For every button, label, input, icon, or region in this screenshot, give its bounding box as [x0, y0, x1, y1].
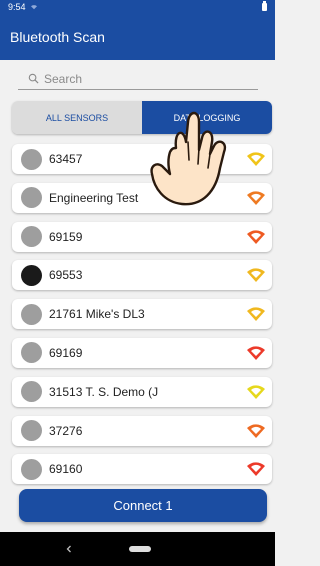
device-name: Engineering Test	[49, 190, 139, 205]
signal-strength-icon	[247, 229, 265, 244]
signal-strength-icon	[247, 346, 265, 360]
device-name: 37276	[49, 423, 83, 438]
signal-strength-icon	[247, 423, 265, 438]
device-name: 69553	[49, 268, 83, 283]
signal-strength-icon	[247, 268, 265, 283]
device-row[interactable]: 31513 T. S. Demo (J	[12, 376, 272, 407]
device-row[interactable]: 69160	[12, 454, 272, 485]
connect-button[interactable]: Connect 1	[19, 489, 267, 522]
device-status-dot	[21, 303, 42, 325]
device-row[interactable]: 21761 Mike's DL3	[12, 299, 272, 330]
device-status-dot	[21, 342, 42, 364]
status-bar: 9:54	[0, 0, 275, 14]
device-name: 69169	[49, 345, 83, 360]
back-icon[interactable]	[64, 544, 74, 554]
device-status-dot	[21, 148, 42, 170]
device-status-dot	[21, 187, 42, 209]
device-status-dot	[21, 458, 42, 480]
home-pill[interactable]	[129, 546, 151, 552]
search-icon	[28, 73, 39, 84]
signal-strength-icon	[247, 385, 265, 399]
status-left: 9:54	[8, 2, 38, 12]
device-status-dot	[21, 381, 42, 403]
device-row[interactable]: 69553	[12, 260, 272, 291]
device-status-dot	[21, 226, 42, 248]
signal-strength-icon	[247, 307, 265, 322]
tab-all-sensors[interactable]: ALL SENSORS	[12, 101, 142, 134]
page-title: Bluetooth Scan	[10, 29, 105, 45]
device-row[interactable]: 69169	[12, 337, 272, 368]
device-name: 31513 T. S. Demo (J	[49, 384, 159, 399]
device-name: 63457	[49, 152, 83, 166]
search-placeholder: Search	[44, 71, 83, 86]
wifi-status-icon	[30, 5, 37, 10]
tab-all-sensors-label: ALL SENSORS	[45, 112, 109, 123]
device-name: 69160	[49, 462, 83, 477]
device-row[interactable]: 37276	[12, 415, 272, 446]
app-bar: Bluetooth Scan	[0, 14, 275, 60]
device-row[interactable]: 69159	[12, 221, 272, 252]
battery-icon	[262, 1, 267, 11]
status-time: 9:54	[8, 2, 26, 12]
search-input[interactable]: Search	[18, 68, 258, 90]
device-name: 69159	[49, 229, 83, 244]
device-status-dot	[21, 420, 42, 442]
signal-strength-icon	[247, 462, 265, 477]
device-name: 21761 Mike's DL3	[49, 307, 145, 322]
device-status-dot	[21, 264, 42, 286]
connect-button-label: Connect 1	[113, 498, 173, 513]
tap-hand-icon	[150, 111, 227, 206]
system-nav-bar	[0, 532, 275, 566]
